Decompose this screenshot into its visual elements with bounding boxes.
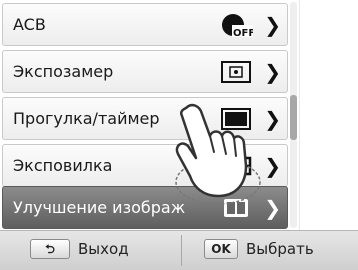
svg-text:OFF: OFF — [233, 28, 253, 38]
metering-icon — [221, 61, 251, 83]
back-button[interactable]: ⮌ — [30, 239, 70, 259]
menu-item-picture-wizard[interactable]: Улучшение изображ ❯ — [2, 186, 288, 229]
settings-menu: ACB OFF ❯ Экспозамер ❯ Прогулка/таймер ❯… — [0, 0, 299, 230]
menu-item-metering[interactable]: Экспозамер ❯ — [2, 50, 288, 93]
chevron-right-icon: ❯ — [264, 154, 281, 178]
picture-wizard-icon — [224, 199, 248, 217]
chevron-right-icon: ❯ — [264, 107, 281, 131]
menu-item-drive-timer[interactable]: Прогулка/таймер ❯ — [2, 97, 288, 140]
back-arrow-icon: ⮌ — [45, 242, 55, 256]
acb-off-icon: OFF — [222, 14, 253, 38]
scrollbar-thumb[interactable] — [290, 95, 297, 140]
menu-item-label: ACB — [13, 15, 46, 34]
bracket-icon — [222, 156, 252, 176]
preview-area — [299, 0, 358, 230]
drive-single-icon — [221, 108, 251, 130]
menu-panel: ACB OFF ❯ Экспозамер ❯ Прогулка/таймер ❯… — [0, 0, 299, 269]
menu-item-label: Прогулка/таймер — [13, 109, 160, 128]
menu-item-acb[interactable]: ACB OFF ❯ — [2, 3, 288, 46]
back-label: Выход — [78, 240, 129, 258]
ok-button[interactable]: OK — [204, 239, 238, 259]
chevron-right-icon: ❯ — [264, 196, 281, 220]
divider — [181, 235, 182, 266]
menu-item-label: Эксповилка — [13, 156, 113, 175]
chevron-right-icon: ❯ — [264, 60, 281, 84]
select-label: Выбрать — [246, 240, 314, 258]
menu-item-label: Экспозамер — [13, 62, 114, 81]
bottom-bar: ⮌ Выход OK Выбрать — [0, 230, 358, 270]
chevron-right-icon: ❯ — [264, 13, 281, 37]
menu-item-label: Улучшение изображ — [13, 198, 186, 217]
menu-item-bracket[interactable]: Эксповилка ❯ — [2, 144, 288, 187]
